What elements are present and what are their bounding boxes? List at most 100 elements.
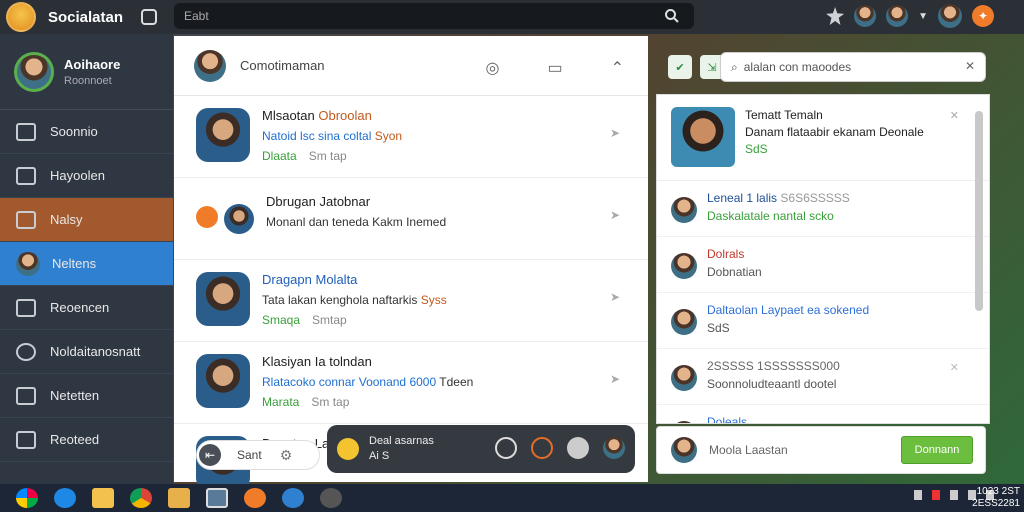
message-avatar <box>671 421 697 423</box>
conversation-row[interactable]: Dbrugan Jatobnar Monanl dan teneda Kakm … <box>174 178 648 260</box>
tray-icon[interactable] <box>932 490 940 500</box>
sidebar-item-2[interactable]: Nalsy <box>0 198 173 242</box>
sidebar-item-7[interactable]: Reoteed <box>0 418 173 462</box>
search-icon[interactable] <box>664 8 680 27</box>
chat-search-placeholder: alalan con maoodes <box>743 60 852 74</box>
back-icon[interactable]: ⇤ <box>199 444 221 466</box>
sidebar: Aoihaore Roonnoet Soonnio Hayoolen Nalsy… <box>0 34 173 484</box>
tray-icon[interactable] <box>914 490 922 500</box>
conversation-name: Dragapn <box>262 272 312 287</box>
notification-icon[interactable]: ✦ <box>972 5 994 27</box>
conversation-avatar <box>196 354 250 408</box>
list-header: Comotimaman ◎ ▭ ⌃ <box>174 36 648 96</box>
profile-avatar[interactable] <box>14 51 54 92</box>
scrollbar[interactable] <box>975 111 983 311</box>
chat-icon <box>16 166 36 185</box>
caller-avatar[interactable] <box>603 437 625 459</box>
reply-input[interactable]: Moola Laastan <box>709 443 788 457</box>
top-search-placeholder: Eabt <box>184 9 209 23</box>
message-avatar <box>671 197 697 223</box>
message-item[interactable]: Doleals <box>657 405 989 424</box>
sidebar-item-label: Noldaitanosnatt <box>50 344 141 359</box>
message-name: Leneal 1 lalis <box>707 191 778 205</box>
send-icon[interactable]: ➤ <box>610 126 620 140</box>
sidebar-item-label: Reoencen <box>50 300 110 315</box>
message-item[interactable]: 2SSSSS 1SSSSSSS000 Soonnoludteaantl doot… <box>657 349 989 405</box>
send-button[interactable]: Donnann <box>901 436 973 464</box>
taskbar: 1023 2ST 2ESS2281 <box>0 484 1024 512</box>
search-icon <box>16 342 36 361</box>
sidebar-item-label: Reoteed <box>50 432 100 447</box>
sidebar-item-label: Netetten <box>50 388 100 403</box>
list-avatar[interactable] <box>194 49 226 82</box>
chrome-icon[interactable] <box>130 488 152 508</box>
compose-button[interactable]: ⇤ Sant ⚙ <box>196 440 320 470</box>
message-name: 2SSSSS 1SSSSSSS000 <box>707 359 840 373</box>
send-icon[interactable]: ➤ <box>610 208 620 222</box>
close-icon[interactable]: ✕ <box>950 361 959 374</box>
profile-card[interactable]: Aoihaore Roonnoet <box>0 34 173 110</box>
sidebar-item-4[interactable]: Reoencen <box>0 286 173 330</box>
send-icon[interactable]: ➤ <box>610 290 620 304</box>
conversation-row[interactable]: Mlsaotan Obroolan Natoid lsc sina coltal… <box>174 96 648 178</box>
chevron-up-icon[interactable]: ⌃ <box>611 58 624 78</box>
message-item[interactable]: Daltaolan Laypaet ea sokened SdS <box>657 293 989 349</box>
files-icon[interactable] <box>168 488 190 508</box>
sidebar-item-label: Hayoolen <box>50 168 105 183</box>
gear-icon[interactable]: ⚙ <box>280 447 293 464</box>
message-item[interactable]: Leneal 1 lalis S6S6SSSSS Daskalatale nan… <box>657 181 989 237</box>
chat-message: Danam flataabir ekanam Deonale <box>745 125 924 139</box>
sidebar-item-1[interactable]: Hayoolen <box>0 154 173 198</box>
close-icon[interactable]: ✕ <box>950 109 959 122</box>
chat-tag: SdS <box>745 142 768 156</box>
top-search-input[interactable]: Eabt <box>174 3 694 29</box>
check-icon[interactable]: ✔ <box>668 55 692 79</box>
window-icon[interactable]: ▭ <box>547 58 562 78</box>
chevron-down-icon[interactable]: ▼ <box>918 11 928 22</box>
message-name-extra: S6S6SSSSS <box>780 191 850 205</box>
chat-avatar <box>671 107 735 167</box>
close-icon[interactable]: ✕ <box>965 59 975 73</box>
photos-icon[interactable] <box>206 488 228 508</box>
info-icon[interactable] <box>141 9 158 25</box>
conversation-avatar <box>196 272 250 326</box>
browser-icon[interactable] <box>54 488 76 508</box>
conversation-row[interactable]: Dragapn Molalta Tata lakan kenghola naft… <box>174 260 648 342</box>
user-icon <box>16 251 40 276</box>
start-icon[interactable] <box>16 488 38 508</box>
tray-icon[interactable] <box>950 490 958 500</box>
sidebar-item-3[interactable]: Neltens <box>0 242 173 286</box>
conversation-name-accent: Obroolan <box>318 108 372 123</box>
edge-icon[interactable] <box>282 488 304 508</box>
sidebar-item-5[interactable]: Noldaitanosnatt <box>0 330 173 374</box>
contact-avatar[interactable] <box>854 5 877 27</box>
message-name: Doleals <box>707 415 748 424</box>
chat-toolbar: ✔ ⇲ ⌕ alalan con maoodes ✕ <box>660 44 990 90</box>
clock[interactable]: 1023 2ST 2ESS2281 <box>960 486 1020 510</box>
sidebar-item-0[interactable]: Soonnio <box>0 110 173 154</box>
conversation-row[interactable]: Klasiyan Ia tolndan Rlatacoko connar Voo… <box>174 342 648 424</box>
conversation-time: Smtap <box>312 313 347 327</box>
conversation-message: Monanl dan teneda <box>266 215 369 229</box>
user-avatar[interactable] <box>938 4 962 28</box>
app-logo[interactable] <box>6 2 36 32</box>
app-icon[interactable] <box>244 488 266 508</box>
conversation-tag: Marata <box>262 395 300 409</box>
message-body: Daskalatale nantal scko <box>707 209 834 223</box>
message-item[interactable]: Dolrals Dobnatian <box>657 237 989 293</box>
folder-icon[interactable] <box>92 488 114 508</box>
star-icon[interactable] <box>826 7 845 25</box>
person-search-icon[interactable]: ◎ <box>486 58 500 78</box>
reaction-icon[interactable] <box>531 437 553 459</box>
reply-box[interactable]: Moola Laastan Donnann <box>656 426 986 474</box>
grid-icon <box>16 210 36 229</box>
list-title: Comotimaman <box>240 58 325 73</box>
send-icon[interactable]: ➤ <box>610 372 620 386</box>
clock-icon[interactable] <box>495 437 517 459</box>
clock-app-icon[interactable] <box>320 488 342 508</box>
app-title: Socialatan <box>48 8 124 26</box>
record-icon[interactable] <box>567 437 589 459</box>
contact-avatar[interactable] <box>886 5 909 27</box>
chat-search-input[interactable]: ⌕ alalan con maoodes ✕ <box>720 52 986 82</box>
sidebar-item-6[interactable]: Netetten <box>0 374 173 418</box>
